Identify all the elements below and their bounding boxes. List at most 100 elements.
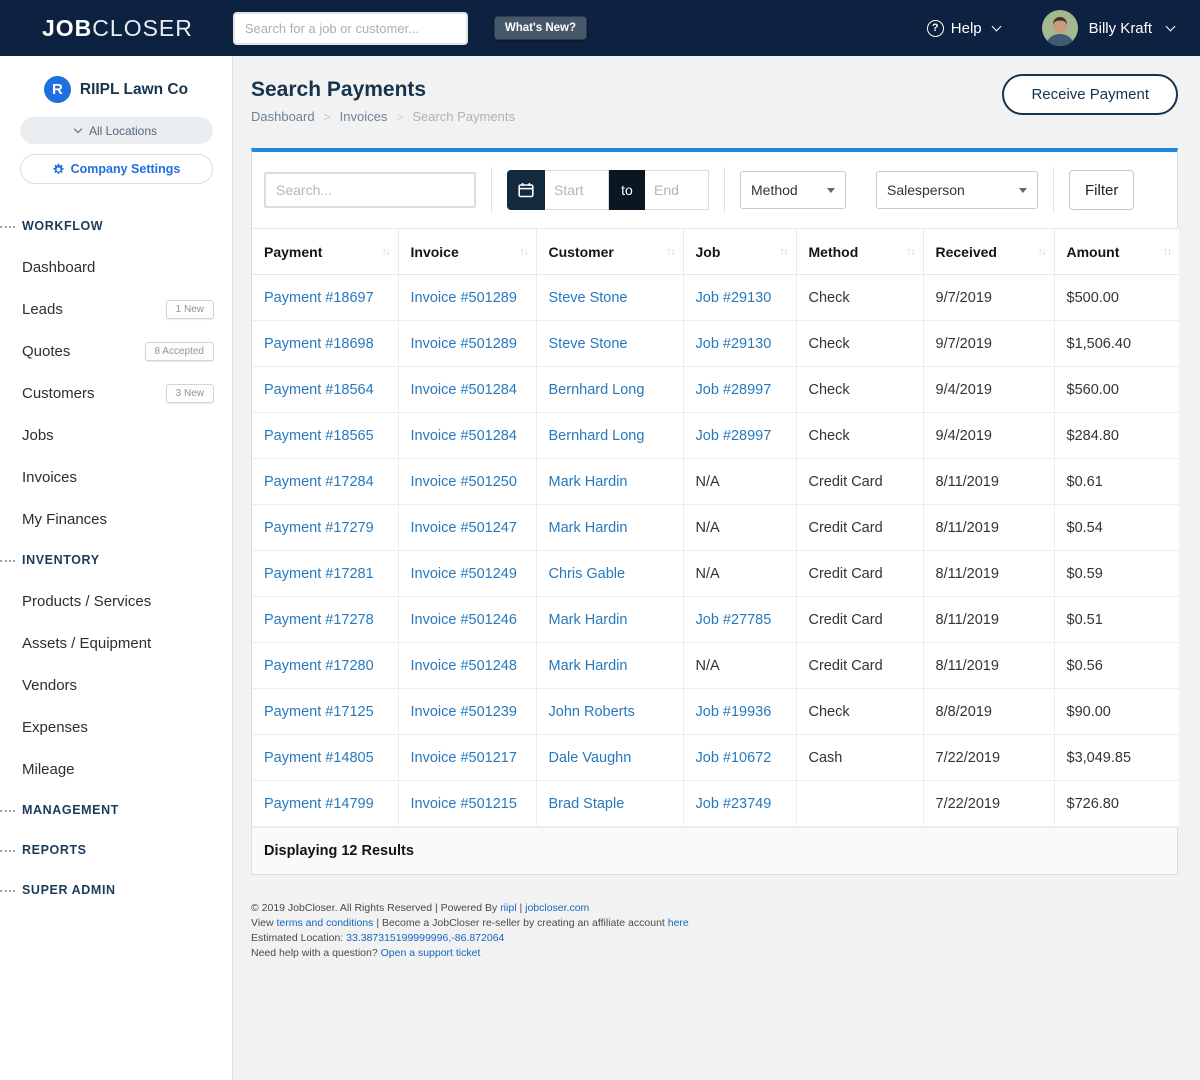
filter-search-input[interactable] xyxy=(264,172,476,208)
terms-link[interactable]: terms and conditions xyxy=(277,917,374,929)
sort-icon[interactable]: ↑↓ xyxy=(520,246,528,257)
location-link[interactable]: 33.387315199999996,-86.872064 xyxy=(346,932,504,944)
sort-icon[interactable]: ↑↓ xyxy=(1038,246,1046,257)
customer-link[interactable]: Steve Stone xyxy=(536,321,683,367)
sidebar-item-label: Assets / Equipment xyxy=(22,635,151,652)
customer-link[interactable]: Steve Stone xyxy=(536,275,683,321)
sidebar-item-assets-equipment[interactable]: Assets / Equipment xyxy=(0,622,232,664)
payment-link[interactable]: Payment #18697 xyxy=(252,275,398,321)
sidebar-item-expenses[interactable]: Expenses xyxy=(0,706,232,748)
job-link[interactable]: Job #29130 xyxy=(683,275,796,321)
job-link[interactable]: Job #23749 xyxy=(683,781,796,827)
invoice-link[interactable]: Invoice #501289 xyxy=(398,321,536,367)
salesperson-select[interactable]: Salesperson xyxy=(876,171,1038,209)
app-logo[interactable]: JOBCLOSER xyxy=(42,15,193,42)
invoice-link[interactable]: Invoice #501289 xyxy=(398,275,536,321)
invoice-link[interactable]: Invoice #501284 xyxy=(398,413,536,459)
invoice-link[interactable]: Invoice #501284 xyxy=(398,367,536,413)
sidebar-section-inventory[interactable]: INVENTORY xyxy=(0,540,232,580)
payment-link[interactable]: Payment #17278 xyxy=(252,597,398,643)
customer-link[interactable]: Brad Staple xyxy=(536,781,683,827)
sidebar-item-mileage[interactable]: Mileage xyxy=(0,748,232,790)
jobcloser-link[interactable]: jobcloser.com xyxy=(525,902,589,914)
invoice-link[interactable]: Invoice #501248 xyxy=(398,643,536,689)
payment-link[interactable]: Payment #18698 xyxy=(252,321,398,367)
job-link[interactable]: Job #27785 xyxy=(683,597,796,643)
user-menu[interactable]: Billy Kraft xyxy=(1042,10,1174,46)
invoice-link[interactable]: Invoice #501249 xyxy=(398,551,536,597)
column-header-customer[interactable]: Customer↑↓ xyxy=(536,229,683,275)
sidebar-section-reports[interactable]: REPORTS xyxy=(0,830,232,870)
customer-link[interactable]: Chris Gable xyxy=(536,551,683,597)
company-header[interactable]: R RIIPL Lawn Co xyxy=(0,76,232,103)
customer-link[interactable]: John Roberts xyxy=(536,689,683,735)
calendar-button[interactable] xyxy=(507,170,545,210)
help-menu[interactable]: ? Help xyxy=(927,20,1000,37)
customer-link[interactable]: Bernhard Long xyxy=(536,367,683,413)
job-link[interactable]: Job #29130 xyxy=(683,321,796,367)
payment-link[interactable]: Payment #17125 xyxy=(252,689,398,735)
job-link[interactable]: Job #28997 xyxy=(683,367,796,413)
sort-icon[interactable]: ↑↓ xyxy=(1163,246,1171,257)
payment-link[interactable]: Payment #18565 xyxy=(252,413,398,459)
riipl-link[interactable]: riipl xyxy=(500,902,516,914)
payment-link[interactable]: Payment #17279 xyxy=(252,505,398,551)
sort-icon[interactable]: ↑↓ xyxy=(907,246,915,257)
column-header-invoice[interactable]: Invoice↑↓ xyxy=(398,229,536,275)
affiliate-here-link[interactable]: here xyxy=(668,917,689,929)
job-link[interactable]: Job #10672 xyxy=(683,735,796,781)
customer-link[interactable]: Mark Hardin xyxy=(536,643,683,689)
whats-new-button[interactable]: What's New? xyxy=(494,16,587,40)
location-selector[interactable]: All Locations xyxy=(20,117,213,144)
start-date-input[interactable] xyxy=(545,170,609,210)
sort-icon[interactable]: ↑↓ xyxy=(382,246,390,257)
method-select[interactable]: Method xyxy=(740,171,846,209)
invoice-link[interactable]: Invoice #501239 xyxy=(398,689,536,735)
payment-link[interactable]: Payment #17281 xyxy=(252,551,398,597)
customer-link[interactable]: Mark Hardin xyxy=(536,505,683,551)
global-search-input[interactable] xyxy=(233,12,468,45)
column-header-payment[interactable]: Payment↑↓ xyxy=(252,229,398,275)
invoice-link[interactable]: Invoice #501250 xyxy=(398,459,536,505)
sort-icon[interactable]: ↑↓ xyxy=(780,246,788,257)
company-settings-button[interactable]: Company Settings xyxy=(20,154,213,184)
invoice-link[interactable]: Invoice #501246 xyxy=(398,597,536,643)
customer-link[interactable]: Mark Hardin xyxy=(536,459,683,505)
job-link[interactable]: Job #28997 xyxy=(683,413,796,459)
sidebar-item-dashboard[interactable]: Dashboard xyxy=(0,246,232,288)
receive-payment-button[interactable]: Receive Payment xyxy=(1002,74,1178,115)
end-date-input[interactable] xyxy=(645,170,709,210)
breadcrumb-dashboard[interactable]: Dashboard xyxy=(251,109,315,124)
payment-link[interactable]: Payment #17280 xyxy=(252,643,398,689)
customer-link[interactable]: Dale Vaughn xyxy=(536,735,683,781)
sidebar-item-my-finances[interactable]: My Finances xyxy=(0,498,232,540)
support-ticket-link[interactable]: Open a support ticket xyxy=(381,947,481,959)
sidebar-item-invoices[interactable]: Invoices xyxy=(0,456,232,498)
sidebar-item-jobs[interactable]: Jobs xyxy=(0,414,232,456)
payment-link[interactable]: Payment #14799 xyxy=(252,781,398,827)
filter-button[interactable]: Filter xyxy=(1069,170,1134,210)
column-header-method[interactable]: Method↑↓ xyxy=(796,229,923,275)
sidebar-item-products-services[interactable]: Products / Services xyxy=(0,580,232,622)
customer-link[interactable]: Mark Hardin xyxy=(536,597,683,643)
column-header-received[interactable]: Received↑↓ xyxy=(923,229,1054,275)
sidebar-section-management[interactable]: MANAGEMENT xyxy=(0,790,232,830)
sidebar-item-vendors[interactable]: Vendors xyxy=(0,664,232,706)
payment-link[interactable]: Payment #18564 xyxy=(252,367,398,413)
column-header-job[interactable]: Job↑↓ xyxy=(683,229,796,275)
job-link[interactable]: Job #19936 xyxy=(683,689,796,735)
customer-link[interactable]: Bernhard Long xyxy=(536,413,683,459)
sidebar-section-super-admin[interactable]: SUPER ADMIN xyxy=(0,870,232,910)
sidebar-item-quotes[interactable]: Quotes8 Accepted xyxy=(0,330,232,372)
sidebar-section-workflow[interactable]: WORKFLOW xyxy=(0,206,232,246)
sidebar-item-customers[interactable]: Customers3 New xyxy=(0,372,232,414)
payment-link[interactable]: Payment #17284 xyxy=(252,459,398,505)
column-header-amount[interactable]: Amount↑↓ xyxy=(1054,229,1179,275)
breadcrumb-invoices[interactable]: Invoices xyxy=(340,109,388,124)
payment-link[interactable]: Payment #14805 xyxy=(252,735,398,781)
invoice-link[interactable]: Invoice #501247 xyxy=(398,505,536,551)
sort-icon[interactable]: ↑↓ xyxy=(667,246,675,257)
invoice-link[interactable]: Invoice #501215 xyxy=(398,781,536,827)
invoice-link[interactable]: Invoice #501217 xyxy=(398,735,536,781)
sidebar-item-leads[interactable]: Leads1 New xyxy=(0,288,232,330)
